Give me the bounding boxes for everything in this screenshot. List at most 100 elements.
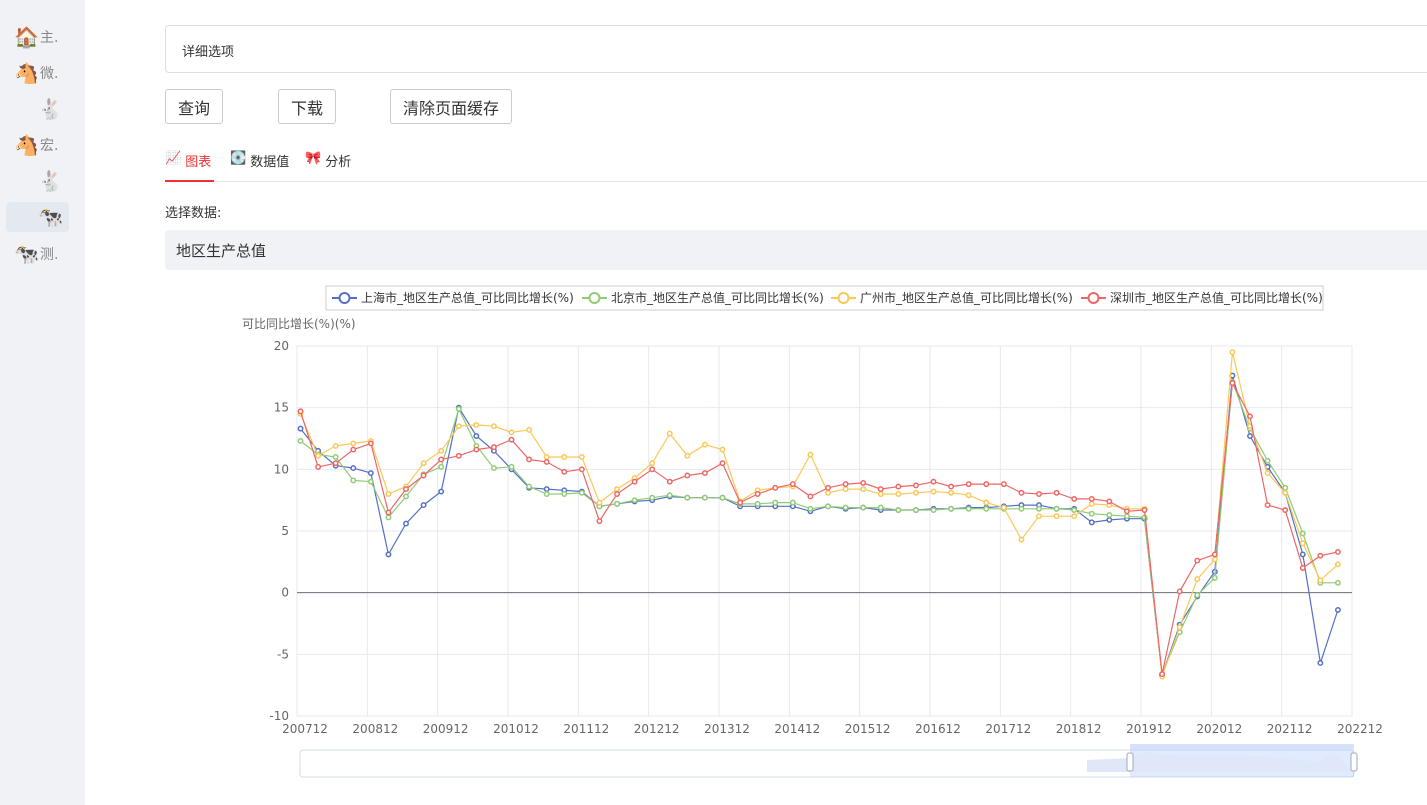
data-point xyxy=(438,456,445,463)
data-point xyxy=(807,451,814,458)
data-point xyxy=(1334,561,1341,568)
data-point xyxy=(1159,671,1166,678)
y-tick-label: 15 xyxy=(274,401,289,415)
data-point xyxy=(332,460,339,467)
data-point xyxy=(1299,530,1306,537)
x-tick-label: 201112 xyxy=(563,722,609,736)
data-point xyxy=(350,446,357,453)
data-point xyxy=(297,425,304,432)
data-point xyxy=(983,505,990,512)
data-point xyxy=(1282,507,1289,513)
legend-swatch-marker xyxy=(837,292,850,304)
data-point xyxy=(1141,507,1148,513)
data-point xyxy=(1264,457,1271,464)
data-point xyxy=(332,454,339,460)
data-point xyxy=(649,466,656,473)
data-point xyxy=(1194,557,1201,564)
data-point xyxy=(578,489,585,496)
data-point xyxy=(455,405,462,412)
data-point xyxy=(367,478,374,485)
datazoom-right-handle[interactable] xyxy=(1350,752,1358,772)
data-point xyxy=(825,503,831,510)
data-point xyxy=(385,551,392,558)
data-point xyxy=(719,446,726,453)
data-point xyxy=(1194,592,1201,599)
data-point xyxy=(825,484,831,491)
data-point xyxy=(701,441,708,448)
data-point xyxy=(1106,516,1113,523)
data-point xyxy=(965,505,972,512)
data-point xyxy=(631,497,638,504)
data-point xyxy=(877,486,884,493)
datazoom-top-bar xyxy=(1130,744,1354,749)
data-point xyxy=(807,505,814,512)
data-point xyxy=(895,507,902,513)
x-tick-label: 201512 xyxy=(845,722,891,736)
x-tick-label: 201312 xyxy=(704,722,750,736)
data-point xyxy=(332,442,339,449)
data-point xyxy=(948,483,955,490)
data-point xyxy=(1053,505,1060,512)
data-point xyxy=(684,452,691,459)
data-point xyxy=(367,470,374,476)
data-point xyxy=(614,491,620,497)
data-point xyxy=(350,477,357,484)
data-point xyxy=(807,493,814,500)
data-point xyxy=(403,520,409,527)
data-point xyxy=(543,491,550,497)
data-point xyxy=(420,472,427,479)
data-point xyxy=(543,458,550,465)
data-point xyxy=(701,494,708,501)
data-point xyxy=(930,507,937,513)
data-point xyxy=(1036,491,1042,497)
x-tick-label: 201212 xyxy=(634,722,680,736)
data-point xyxy=(1229,349,1236,356)
data-point xyxy=(614,500,620,507)
data-point xyxy=(508,463,515,470)
data-point xyxy=(403,486,409,493)
data-point xyxy=(1282,484,1289,491)
data-point xyxy=(912,507,919,513)
data-point xyxy=(1088,500,1095,507)
data-point xyxy=(473,433,480,439)
data-point xyxy=(983,481,990,488)
legend-label: 广州市_地区生产总值_可比同比增长(%) xyxy=(860,290,1073,305)
datazoom-left-handle[interactable] xyxy=(1126,752,1134,772)
data-point xyxy=(1088,495,1095,502)
data-point xyxy=(772,499,779,506)
data-point xyxy=(1299,540,1306,547)
data-point xyxy=(684,472,691,479)
data-point xyxy=(772,484,779,491)
data-point xyxy=(385,514,392,521)
legend-swatch-marker xyxy=(588,292,601,304)
data-point xyxy=(561,454,568,460)
y-tick-label: 10 xyxy=(274,462,289,476)
data-point xyxy=(1018,536,1025,543)
data-point xyxy=(860,479,867,486)
data-point xyxy=(754,500,761,507)
data-point xyxy=(403,493,409,500)
data-point xyxy=(983,499,990,506)
data-point xyxy=(1334,606,1341,613)
data-point xyxy=(965,492,972,499)
data-point xyxy=(666,492,673,499)
data-point xyxy=(1053,513,1060,520)
data-point xyxy=(1088,510,1095,517)
data-point xyxy=(666,430,673,437)
data-point xyxy=(930,478,937,485)
data-point xyxy=(965,481,972,488)
legend-swatch-marker xyxy=(338,292,351,304)
x-tick-label: 201612 xyxy=(915,722,961,736)
data-point xyxy=(596,499,603,506)
data-point xyxy=(438,488,445,495)
data-point xyxy=(1282,489,1289,496)
data-point xyxy=(1018,489,1025,496)
data-point xyxy=(367,440,374,447)
data-point xyxy=(438,463,445,470)
x-tick-label: 201812 xyxy=(1056,722,1102,736)
data-point xyxy=(1317,577,1324,584)
y-tick-label: -10 xyxy=(269,709,289,723)
y-axis-title: 可比同比增长(%)(%) xyxy=(242,317,356,331)
data-point xyxy=(666,478,673,485)
data-point xyxy=(649,494,656,501)
